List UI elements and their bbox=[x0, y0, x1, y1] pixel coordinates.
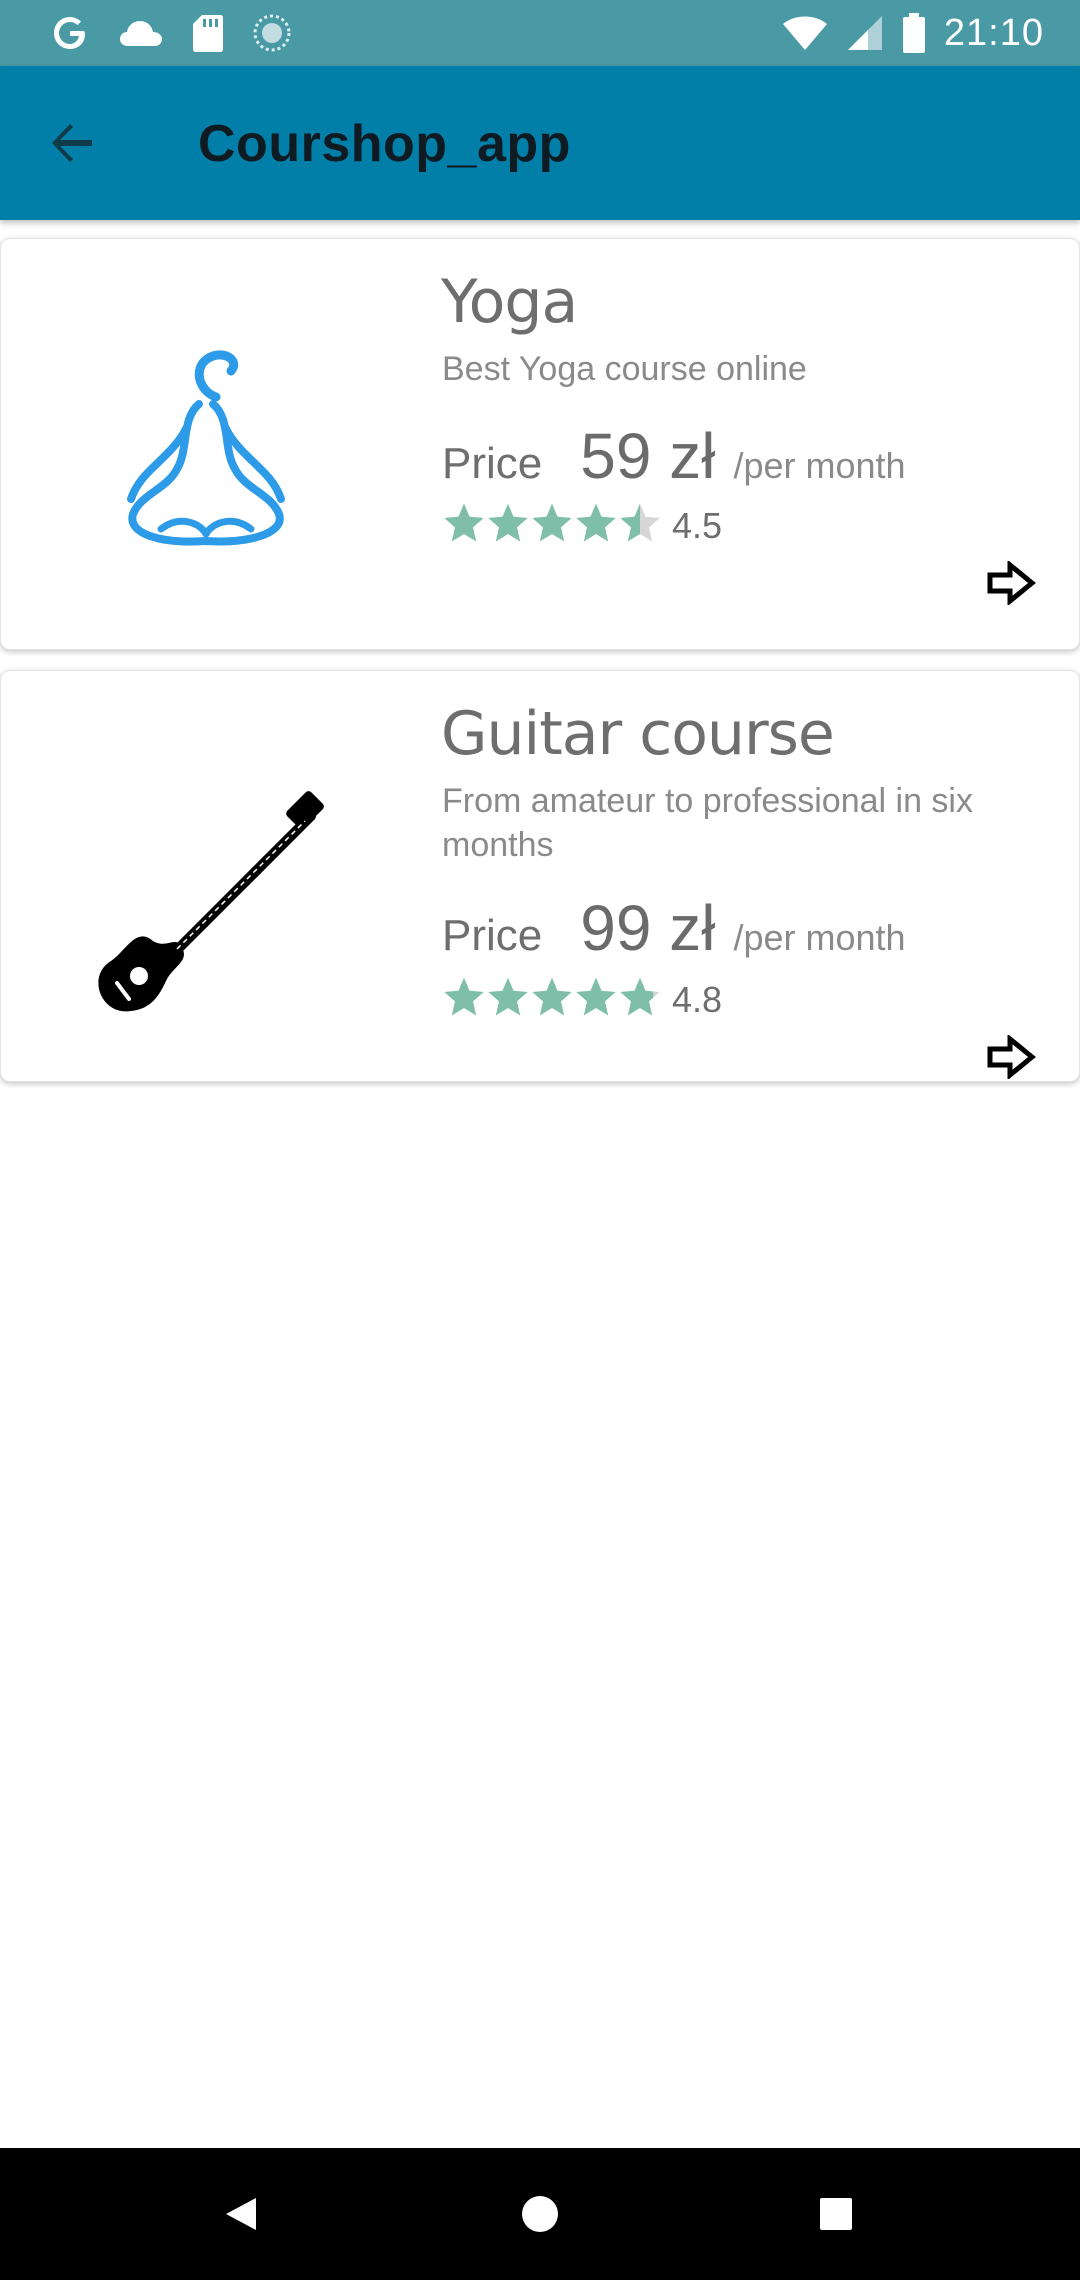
price-value: 59 zł bbox=[580, 420, 716, 492]
system-nav-bar bbox=[0, 2148, 1080, 2280]
back-triangle-icon bbox=[226, 2198, 256, 2230]
status-icons-right: 21:10 bbox=[782, 10, 1044, 56]
battery-icon bbox=[902, 13, 925, 53]
arrow-right-icon[interactable] bbox=[986, 561, 1036, 605]
course-card-yoga[interactable]: Yoga Best Yoga course online Price 59 zł… bbox=[0, 238, 1080, 650]
rating-stars bbox=[442, 501, 662, 550]
star-icon bbox=[620, 503, 660, 542]
sync-icon bbox=[253, 14, 291, 52]
course-description: Best Yoga course online bbox=[442, 350, 807, 388]
price-period: /per month bbox=[733, 445, 906, 486]
course-title: Yoga bbox=[441, 267, 578, 337]
course-description: From amateur to professional in six mont… bbox=[442, 782, 973, 864]
rating-stars bbox=[442, 975, 662, 1024]
star-icon bbox=[576, 503, 616, 542]
price-row: Price 99 zł /per month bbox=[442, 891, 906, 965]
rating-bar: 4.5 bbox=[442, 501, 722, 550]
price-value: 99 zł bbox=[580, 892, 716, 964]
rating-value: 4.8 bbox=[672, 978, 723, 1020]
guitar-icon bbox=[98, 791, 324, 1012]
price-row: Price 59 zł /per month bbox=[442, 419, 906, 493]
star-icon bbox=[620, 977, 660, 1016]
nav-recents-button[interactable] bbox=[806, 2184, 866, 2244]
price-label: Price bbox=[442, 439, 543, 488]
cloud-icon bbox=[120, 21, 162, 46]
star-icon bbox=[488, 977, 528, 1016]
star-icon bbox=[488, 503, 528, 542]
rating-bar: 4.8 bbox=[442, 975, 722, 1024]
recents-square-icon bbox=[820, 2198, 852, 2230]
status-bar: 21:10 bbox=[0, 0, 1080, 66]
google-icon bbox=[54, 17, 85, 49]
star-icon bbox=[444, 977, 484, 1016]
app-title: Courshop_app bbox=[198, 115, 571, 173]
nav-back-button[interactable] bbox=[212, 2184, 272, 2244]
star-icon bbox=[444, 503, 484, 542]
yoga-meditation-icon bbox=[127, 350, 285, 546]
star-icon bbox=[532, 977, 572, 1016]
wifi-icon bbox=[782, 16, 827, 50]
cell-signal-icon bbox=[847, 16, 882, 50]
arrow-back-icon bbox=[52, 124, 92, 162]
status-icons-left bbox=[50, 10, 292, 56]
price-period: /per month bbox=[733, 917, 906, 958]
price-label: Price bbox=[442, 911, 543, 960]
rating-value: 4.5 bbox=[672, 504, 723, 546]
course-title: Guitar course bbox=[441, 699, 835, 769]
back-button[interactable] bbox=[40, 111, 104, 175]
status-time: 21:10 bbox=[943, 11, 1044, 54]
course-card-guitar[interactable]: Guitar course From amateur to profession… bbox=[0, 670, 1080, 1082]
star-icon bbox=[576, 977, 616, 1016]
nav-home-button[interactable] bbox=[510, 2184, 570, 2244]
sd-card-icon bbox=[193, 15, 223, 52]
app-bar: Courshop_app bbox=[0, 66, 1080, 220]
arrow-right-icon[interactable] bbox=[986, 1035, 1036, 1079]
home-circle-icon bbox=[522, 2196, 558, 2232]
star-icon bbox=[532, 503, 572, 542]
